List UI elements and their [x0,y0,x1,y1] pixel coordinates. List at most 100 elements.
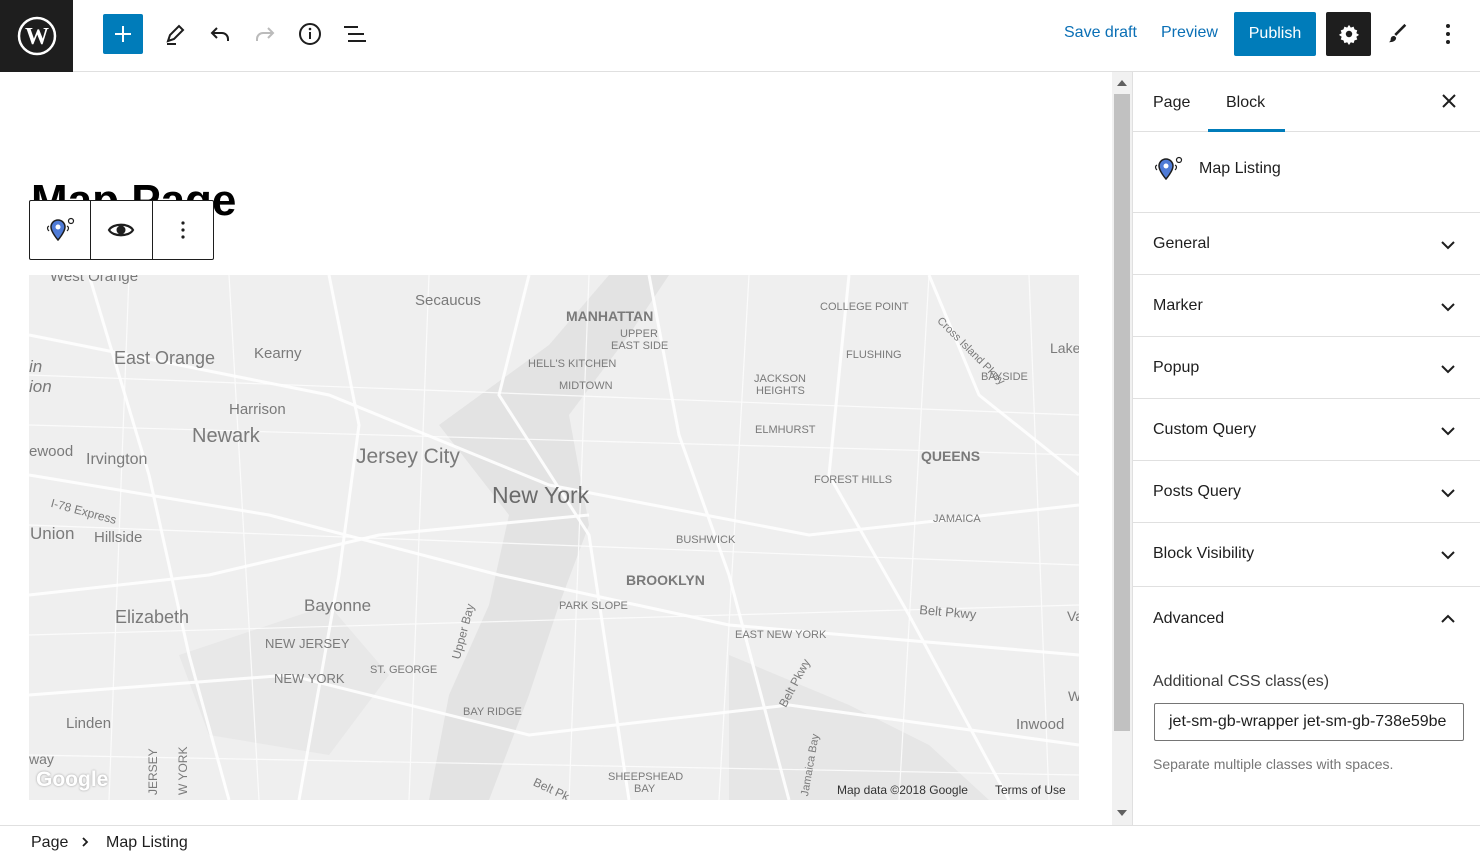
options-menu-button[interactable] [1428,14,1468,54]
map-label: Inwood [1016,716,1065,733]
undo-icon [210,27,229,41]
styles-button[interactable] [1378,14,1418,54]
map-label: FOREST HILLS [814,474,893,486]
map-label: Irvington [86,451,148,468]
panel-posts-query[interactable]: Posts Query [1133,461,1480,523]
map-label: BAY [634,783,656,795]
tab-block[interactable]: Block [1226,94,1265,112]
panel-title: General [1153,235,1210,252]
svg-text:W: W [25,24,49,50]
pencil-icon [166,24,185,45]
plus-icon [115,26,131,42]
map-label: BUSHWICK [676,534,736,546]
editor-header: W Save draft Preview Publish [0,0,1480,72]
list-view-icon [344,26,366,42]
chevron-up-icon[interactable] [1438,609,1458,629]
google-logo: Google [36,768,109,791]
map-label: PARK SLOPE [559,600,628,612]
wordpress-logo-button[interactable]: W [0,0,73,72]
css-class-help: Separate multiple classes with spaces. [1153,756,1394,772]
map-label: New York [492,482,590,508]
map-label: EAST SIDE [611,340,669,352]
map-label: HELL'S KITCHEN [528,358,617,370]
settings-button[interactable] [1326,12,1371,56]
map-label: Lake [1050,340,1079,356]
map-label: West Orange [50,275,139,285]
map-label: BROOKLYN [626,572,705,588]
map-label: COLLEGE POINT [820,301,909,313]
preview-button[interactable]: Preview [1161,24,1218,42]
map-label: MANHATTAN [566,308,654,324]
map-label: BAYSIDE [981,371,1028,383]
map-label: ion [29,377,52,396]
panel-title: Custom Query [1153,421,1257,438]
map-label: W [1068,688,1079,704]
block-type-button[interactable] [30,201,92,259]
panel-marker[interactable]: Marker [1133,275,1480,337]
add-block-button[interactable] [103,14,143,54]
map-label: in [29,357,43,376]
terms-of-use-link[interactable]: Terms of Use [995,783,1066,797]
close-icon[interactable] [1438,90,1460,112]
panel-title: Block Visibility [1153,545,1255,562]
publish-button[interactable]: Publish [1234,12,1316,56]
chevron-right-icon [82,837,89,847]
details-button[interactable] [290,14,330,54]
undo-button[interactable] [200,14,240,54]
info-icon [299,23,321,45]
panel-general[interactable]: General [1133,213,1480,275]
breadcrumb-page[interactable]: Page [31,834,68,852]
redo-button[interactable] [245,14,285,54]
map-label: ELMHURST [755,424,816,436]
preview-toggle-button[interactable] [91,201,153,259]
map-label: JAMAICA [933,513,981,525]
chevron-down-icon [1441,241,1455,250]
scroll-down-arrow-icon [1117,810,1127,816]
block-toolbar [29,200,214,260]
brush-icon [1388,23,1407,43]
map-label: SHEEPSHEAD [608,771,684,783]
map-label: Newark [192,425,260,447]
save-draft-button[interactable]: Save draft [1064,24,1137,42]
map-label: Hillside [94,529,143,546]
settings-sidebar: Page Block Map Listing General Marker Po… [1132,72,1480,825]
map-label: East Orange [114,348,216,368]
chevron-down-icon [1441,365,1455,374]
map-listing-block[interactable]: West Orange Secaucus MANHATTAN UPPER EAS… [29,275,1079,800]
panel-custom-query[interactable]: Custom Query [1133,399,1480,461]
map-label: HEIGHTS [756,385,805,397]
map-label: NEW JERSEY [265,636,350,651]
map-label: QUEENS [921,448,981,464]
map-label: way [29,751,54,767]
map-label: BAY RIDGE [463,706,522,718]
css-class-input[interactable]: jet-sm-gb-wrapper jet-sm-gb-738e59be [1154,703,1464,741]
chevron-down-icon [1441,489,1455,498]
map-label: UPPER [620,328,658,340]
breadcrumb: Page Map Listing [0,825,1480,854]
breadcrumb-block[interactable]: Map Listing [106,834,188,852]
map-label: NEW YORK [274,671,345,686]
editor-canvas: Map Page [0,72,1112,825]
block-card: Map Listing [1133,132,1480,213]
map-label: Bayonne [304,596,372,615]
map-label: FLUSHING [846,349,902,361]
tab-page[interactable]: Page [1153,94,1190,112]
map-attribution: Map data ©2018 Google [837,783,968,797]
map-label: Harrison [229,401,286,418]
map-label: MIDTOWN [559,380,613,392]
list-view-button[interactable] [335,14,375,54]
map-label: W YORK [176,746,190,795]
editor-scrollbar[interactable] [1112,72,1132,825]
sidebar-tabs: Page Block [1133,72,1480,132]
block-options-button[interactable] [153,201,213,259]
map-label: Kearny [254,345,302,362]
panel-title[interactable]: Advanced [1153,610,1224,628]
chevron-down-icon [1441,551,1455,560]
map-label: Jersey City [356,445,460,468]
panel-popup[interactable]: Popup [1133,337,1480,399]
map-pin-icon [1154,156,1183,181]
panel-block-visibility[interactable]: Block Visibility [1133,523,1480,587]
scrollbar-thumb[interactable] [1114,94,1130,731]
tools-button[interactable] [155,14,195,54]
map-label: JACKSON [754,373,806,385]
